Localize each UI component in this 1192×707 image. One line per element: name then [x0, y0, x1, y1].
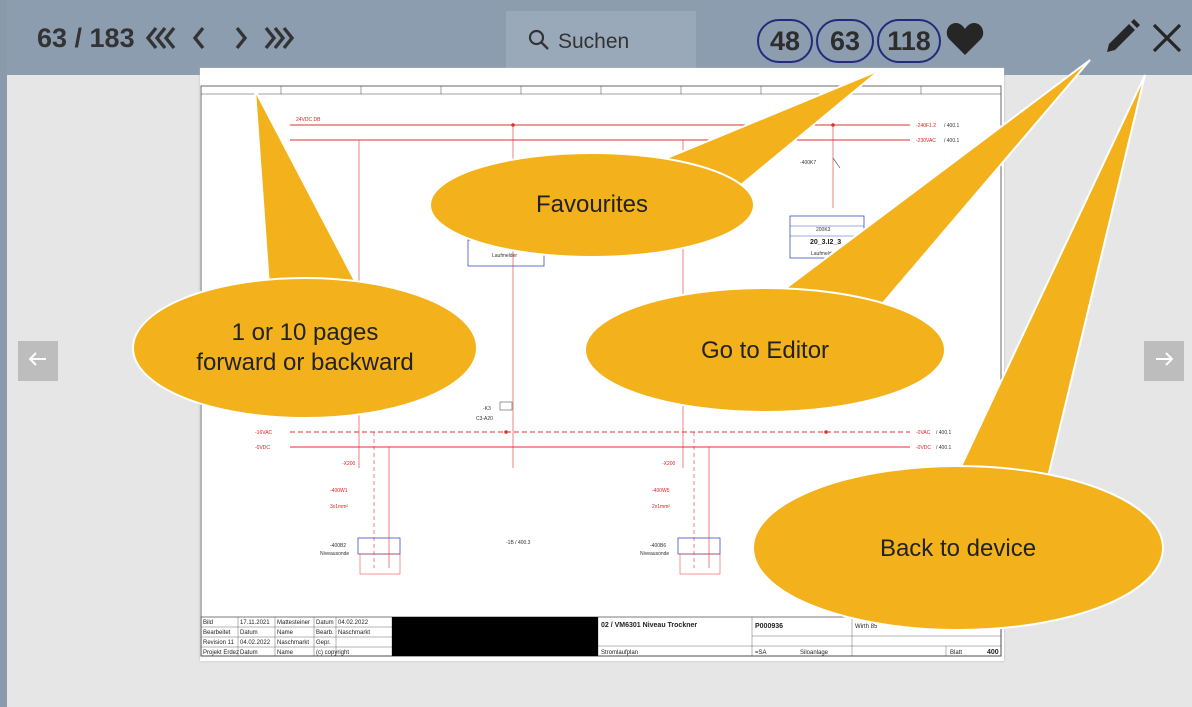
rail-label: -230VAC — [916, 138, 936, 144]
contact-label: -K3 — [483, 406, 491, 412]
arrow-left-icon — [28, 351, 47, 371]
title-block-cell: Datum — [240, 630, 258, 636]
rail-ref: / 400.1 — [936, 445, 952, 451]
drawing-type: Stromlaufplan — [601, 650, 638, 656]
project-title: 02 / VM6301 Niveau Trockner — [601, 622, 697, 629]
favourite-page-button[interactable]: 48 — [757, 19, 813, 63]
relay-label: -400K7 — [800, 160, 816, 166]
rail-ref: / 400.1 — [944, 138, 960, 144]
cable-label: 3x1mm² — [330, 504, 348, 510]
forward-10-pages-icon[interactable] — [261, 25, 295, 51]
page-indicator: 63 / 183 — [37, 22, 135, 53]
sensor-label: -400B2 — [330, 543, 346, 549]
module-label: 20_3.I2_3 — [810, 239, 841, 246]
favourite-page-button[interactable]: 118 — [877, 19, 941, 63]
back-1-page-icon[interactable] — [189, 25, 209, 51]
rail-label: -0VDC — [255, 445, 270, 451]
title-block-cell: Name — [277, 650, 294, 656]
terminal-label: -X200 — [342, 461, 356, 467]
rail-ref: / 400.1 — [944, 123, 960, 129]
favourites-bar: 48 63 118 — [757, 17, 984, 65]
callout-editor-label: Go to Editor — [700, 337, 830, 364]
pencil-icon[interactable] — [1101, 18, 1141, 63]
search-icon — [506, 29, 558, 56]
title-block-cell: Datum — [316, 620, 334, 626]
callout-pages-line1: 1 or 10 pages — [231, 319, 379, 346]
title-block-cell: Revision 11 — [203, 640, 235, 646]
search-box[interactable] — [506, 11, 696, 73]
title-block-cell: Datum — [240, 650, 258, 656]
sensor-box — [677, 537, 721, 555]
sensor-box — [357, 537, 401, 555]
page-navigator: 63 / 183 — [37, 18, 295, 58]
module-text: Laufmelder — [492, 253, 517, 259]
title-block-cell: Naschmarkt — [277, 640, 309, 646]
callout-pages-line2: forward or backward — [196, 349, 414, 376]
title-block-cell: (c) copyright — [316, 650, 349, 656]
callout-favourites-label: Favourites — [535, 191, 649, 218]
title-block-cell: Projekt Erdez — [203, 650, 239, 656]
title-block-cell: Gepr. — [316, 640, 331, 646]
module-text: Laufmelder — [811, 251, 836, 257]
module-label: 200K3 — [816, 227, 831, 233]
rail-label: -240F1.2 — [916, 123, 936, 129]
previous-page-button[interactable] — [18, 341, 58, 381]
plant-name: Siloanlage — [800, 650, 829, 656]
next-page-button[interactable] — [1144, 341, 1184, 381]
title-block-cell: Mattesteiner — [277, 620, 310, 626]
window-edge — [0, 0, 7, 707]
customer-name: Wirth 85 — [855, 624, 878, 630]
title-block-cell: 04.02.2022 — [240, 640, 271, 646]
callout-device-label: Back to device — [879, 535, 1037, 562]
favourite-page-button[interactable]: 63 — [816, 19, 874, 63]
sensor-label: -400B6 — [650, 543, 666, 549]
sensor-label: Niveausonde — [640, 551, 669, 557]
title-block-cell: 04.02.2022 — [338, 620, 369, 626]
sheet-number: 400 — [987, 649, 999, 656]
title-block-cell: Naschmarkt — [338, 630, 370, 636]
title-block-cell: Bearb. — [316, 630, 334, 636]
level-note: -1B / 400.3 — [506, 540, 531, 546]
close-icon[interactable] — [1150, 21, 1184, 60]
rail-ref: / 400.1 — [936, 430, 952, 436]
back-10-pages-icon[interactable] — [145, 25, 179, 51]
viewer-toolbar: 63 / 183 48 63 118 — [7, 0, 1192, 75]
title-block-cell: 17.11.2021 — [240, 620, 270, 626]
terminal-label: -X200 — [662, 461, 676, 467]
title-block-cell: Bearbeitet — [203, 630, 231, 636]
project-number: P000936 — [755, 623, 783, 630]
rail-label: -0VDC — [916, 445, 931, 451]
cable-label: -400W1 — [330, 488, 348, 494]
sensor-label: Niveausonde — [320, 551, 349, 557]
heart-icon[interactable] — [946, 22, 984, 61]
rail-label: -16VAC — [255, 430, 273, 436]
plant-code: =SA — [755, 650, 767, 656]
redacted-logo-area — [392, 617, 598, 656]
title-block-cell: Name — [277, 630, 294, 636]
cable-label: -400W5 — [652, 488, 670, 494]
search-input[interactable] — [558, 30, 668, 54]
rail-label: -0VAC — [916, 430, 931, 436]
arrow-right-icon — [1155, 351, 1174, 371]
rail-label: 24VDC DB — [296, 117, 321, 123]
forward-1-page-icon[interactable] — [231, 25, 251, 51]
cable-label: 2x1mm² — [652, 504, 670, 510]
contact-label: C3-A20 — [476, 416, 493, 422]
sheet-label: Blatt — [950, 650, 962, 656]
title-block-cell: Bild — [203, 620, 213, 626]
